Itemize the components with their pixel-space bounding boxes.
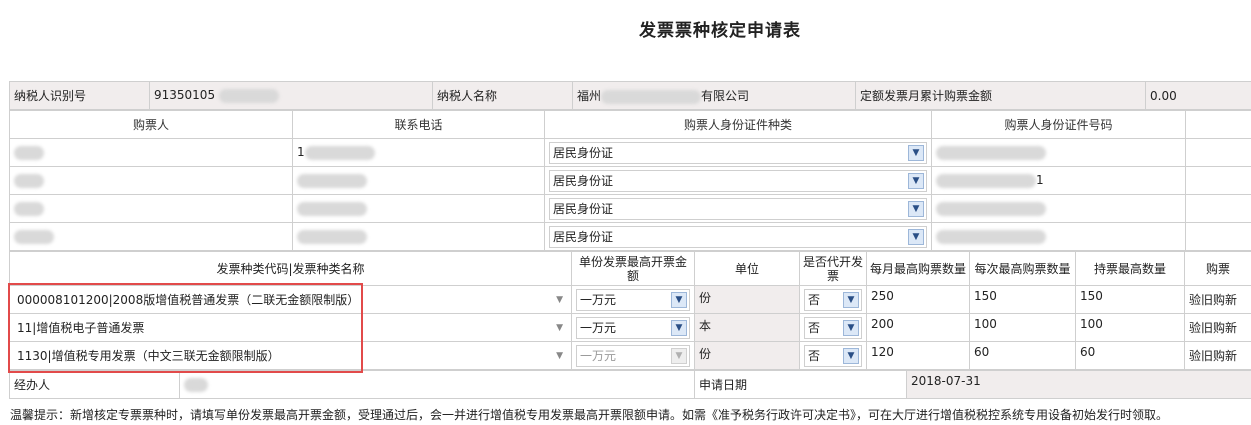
taxpayer-name-value: 福州 有限公司 (572, 81, 856, 110)
application-form: 纳税人识别号 91350105 纳税人名称 福州 有限公司 定额发票月累计购票金额… (9, 81, 1251, 399)
apply-date-label: 申请日期 (694, 370, 907, 399)
invoice-row: 1130|增值税专用发票（中文三联无金额限制版） ▼ 一万元 ▼ 份 否 ▼ 120 … (9, 341, 1251, 370)
invoice-row: 000008101200|2008版增值税普通发票（二联无金额限制版） ▼ 一万元… (9, 285, 1251, 314)
chevron-down-icon[interactable]: ▼ (556, 351, 563, 361)
max-amount-select-disabled: 一万元 ▼ (576, 344, 690, 367)
id-type-select[interactable]: 居民身份证 ▼ (549, 169, 927, 192)
invoice-type-select[interactable]: 11|增值税电子普通发票 ▼ (14, 316, 567, 339)
monthly-amount-value: 0.00 (1145, 81, 1251, 110)
monthly-qty-input[interactable]: 200 (866, 313, 970, 342)
page-title: 发票票种核定申请表 (639, 21, 801, 41)
chevron-down-icon[interactable]: ▼ (671, 291, 687, 308)
buyer-id-number-input[interactable] (931, 194, 1186, 223)
method-value: 验旧购新 (1184, 341, 1251, 370)
monthly-qty-input[interactable]: 250 (866, 285, 970, 314)
max-amount-select[interactable]: 一万元 ▼ (576, 316, 690, 339)
chevron-down-icon[interactable]: ▼ (908, 172, 924, 189)
invoice-types-table: 发票种类代码|发票种类名称 单份发票最高开票金额 单位 是否代开发票 每月最高购… (9, 251, 1251, 370)
buyer-header: 购票人 (9, 110, 293, 139)
handler-value[interactable] (179, 370, 695, 399)
unit-value: 份 (694, 285, 800, 314)
id-type-select[interactable]: 居民身份证 ▼ (549, 225, 927, 248)
buyer-id-number-input[interactable] (931, 138, 1186, 167)
buyer-phone-input[interactable]: 1 (292, 138, 545, 167)
buyer-row: 居民身份证 ▼ 1 (9, 166, 1251, 195)
buyer-row: 居民身份证 ▼ (9, 194, 1251, 223)
handler-label: 经办人 (9, 370, 180, 399)
agent-header: 是否代开发票 (799, 251, 867, 286)
invoice-type-header: 发票种类代码|发票种类名称 (9, 251, 572, 286)
chevron-down-icon: ▼ (671, 347, 687, 364)
unit-header: 单位 (694, 251, 800, 286)
invoice-type-select[interactable]: 1130|增值税专用发票（中文三联无金额限制版） ▼ (14, 344, 567, 367)
buyer-id-number-input[interactable]: 1 (931, 166, 1186, 195)
max-amount-select[interactable]: 一万元 ▼ (576, 288, 690, 311)
max-amount-header: 单份发票最高开票金额 (571, 251, 695, 286)
per-time-qty-input[interactable]: 100 (969, 313, 1076, 342)
chevron-down-icon[interactable]: ▼ (556, 323, 563, 333)
chevron-down-icon[interactable]: ▼ (843, 291, 859, 308)
chevron-down-icon[interactable]: ▼ (843, 347, 859, 364)
unit-value: 本 (694, 313, 800, 342)
chevron-down-icon[interactable]: ▼ (843, 319, 859, 336)
taxpayer-id-label: 纳税人识别号 (9, 81, 150, 110)
agent-select[interactable]: 否 ▼ (804, 316, 862, 339)
buyer-name-input[interactable] (9, 138, 293, 167)
chevron-down-icon[interactable]: ▼ (556, 295, 563, 305)
method-value: 验旧购新 (1184, 285, 1251, 314)
chevron-down-icon[interactable]: ▼ (908, 228, 924, 245)
invoice-row: 11|增值税电子普通发票 ▼ 一万元 ▼ 本 否 ▼ 200 100 100 验旧购新 (9, 313, 1251, 342)
per-time-qty-header: 每次最高购票数量 (969, 251, 1076, 286)
footer-table: 经办人 申请日期 2018-07-31 (9, 370, 1251, 399)
unit-value: 份 (694, 341, 800, 370)
method-header: 购票 (1184, 251, 1251, 286)
buyer-row: 居民身份证 ▼ (9, 222, 1251, 251)
per-time-qty-input[interactable]: 60 (969, 341, 1076, 370)
hold-qty-input[interactable]: 60 (1075, 341, 1185, 370)
warm-tip: 温馨提示：新增核定专票票种时，请填写单份发票最高开票金额，受理通过后，会一并进行… (10, 408, 1169, 422)
buyer-name-input[interactable] (9, 166, 293, 195)
buyer-id-number-input[interactable] (931, 222, 1186, 251)
hold-qty-input[interactable]: 150 (1075, 285, 1185, 314)
chevron-down-icon[interactable]: ▼ (671, 319, 687, 336)
taxpayer-id-value: 91350105 (149, 81, 433, 110)
taxpayer-table: 纳税人识别号 91350105 纳税人名称 福州 有限公司 定额发票月累计购票金额… (9, 81, 1251, 110)
invoice-type-select[interactable]: 000008101200|2008版增值税普通发票（二联无金额限制版） ▼ (14, 288, 567, 311)
id-number-header: 购票人身份证件号码 (931, 110, 1186, 139)
buyers-table: 购票人 联系电话 购票人身份证件种类 购票人身份证件号码 1 居民身份证 ▼ 居民… (9, 110, 1251, 251)
per-time-qty-input[interactable]: 150 (969, 285, 1076, 314)
buyer-name-input[interactable] (9, 222, 293, 251)
agent-select[interactable]: 否 ▼ (804, 288, 862, 311)
monthly-qty-header: 每月最高购票数量 (866, 251, 970, 286)
apply-date-value: 2018-07-31 (906, 370, 1251, 399)
buyer-row: 1 居民身份证 ▼ (9, 138, 1251, 167)
buyer-phone-input[interactable] (292, 222, 545, 251)
method-value: 验旧购新 (1184, 313, 1251, 342)
id-type-header: 购票人身份证件种类 (544, 110, 932, 139)
monthly-qty-input[interactable]: 120 (866, 341, 970, 370)
agent-select[interactable]: 否 ▼ (804, 344, 862, 367)
id-type-select[interactable]: 居民身份证 ▼ (549, 197, 927, 220)
id-type-select[interactable]: 居民身份证 ▼ (549, 141, 927, 164)
buyer-phone-input[interactable] (292, 194, 545, 223)
chevron-down-icon[interactable]: ▼ (908, 200, 924, 217)
hold-qty-input[interactable]: 100 (1075, 313, 1185, 342)
buyer-name-input[interactable] (9, 194, 293, 223)
buyer-phone-input[interactable] (292, 166, 545, 195)
taxpayer-name-label: 纳税人名称 (432, 81, 573, 110)
hold-qty-header: 持票最高数量 (1075, 251, 1185, 286)
monthly-amount-label: 定额发票月累计购票金额 (855, 81, 1146, 110)
chevron-down-icon[interactable]: ▼ (908, 144, 924, 161)
phone-header: 联系电话 (292, 110, 545, 139)
